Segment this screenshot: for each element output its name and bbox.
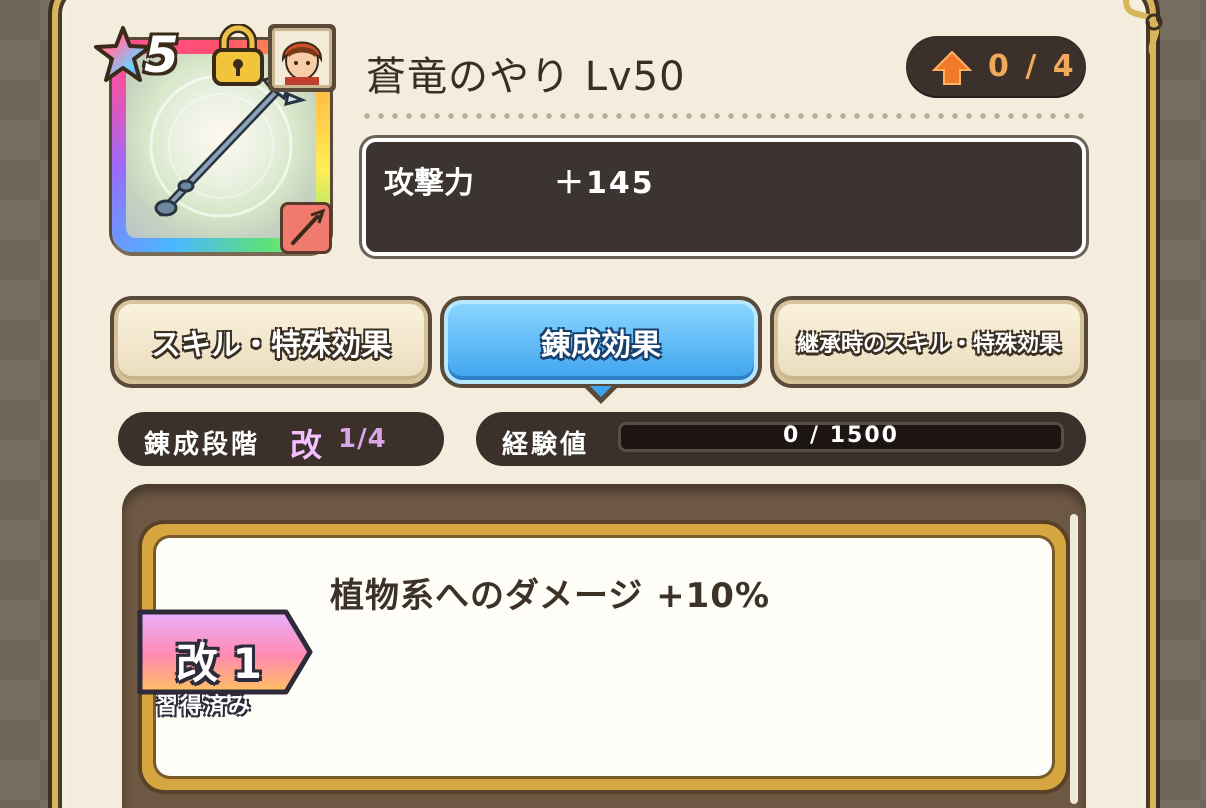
refine-stage-label: 錬成段階: [144, 430, 261, 460]
effect-description: 植物系へのダメージ +10%: [330, 576, 771, 616]
exp-label: 経験値: [502, 430, 590, 460]
exp-pill: 経験値 0 / 1500: [476, 412, 1086, 466]
tab-inherit-label: 継承時のスキル・特殊効果: [774, 300, 1084, 384]
refine-stage-pill: 錬成段階 改 1/4: [118, 412, 444, 466]
attack-label: 攻撃力: [384, 166, 474, 201]
kai-tag-status: 習得済み: [156, 694, 253, 719]
tab-active-pointer: [585, 386, 617, 404]
spear-type-icon: [280, 202, 332, 254]
kai-level-tag: 改 1 習得済み: [136, 608, 316, 720]
effect-list-scrollbar[interactable]: [1070, 514, 1078, 804]
tab-refine[interactable]: 錬成効果: [440, 296, 762, 404]
character-portrait[interactable]: [268, 24, 336, 92]
stat-box: 攻撃力 ＋145: [362, 138, 1086, 256]
character-avatar-icon: [275, 31, 329, 85]
attack-value: ＋145: [554, 166, 655, 201]
rarity-number: 5: [144, 26, 179, 84]
upgrade-count: 0 / 4: [988, 49, 1077, 84]
kai-symbol: 改: [290, 426, 323, 464]
up-arrow-icon: [932, 50, 972, 85]
kai-tag-title: 改 1: [176, 639, 262, 688]
lock-icon[interactable]: [210, 24, 266, 88]
tab-refine-label: 錬成効果: [444, 300, 758, 384]
refine-stage-value: 1/4: [338, 424, 387, 454]
corner-ornament-icon: [1123, 0, 1163, 58]
tab-skills[interactable]: スキル・特殊効果: [110, 296, 432, 388]
exp-progress-bar: 0 / 1500: [618, 422, 1064, 452]
rarity-badge: 5: [92, 22, 202, 92]
weapon-title: 蒼竜のやり Lv50: [366, 54, 686, 100]
tab-skills-label: スキル・特殊効果: [114, 300, 428, 384]
exp-value: 0 / 1500: [783, 423, 899, 448]
upgrade-count-badge: 0 / 4: [906, 36, 1086, 98]
title-divider: [360, 113, 1086, 119]
tab-inherit[interactable]: 継承時のスキル・特殊効果: [770, 296, 1088, 388]
